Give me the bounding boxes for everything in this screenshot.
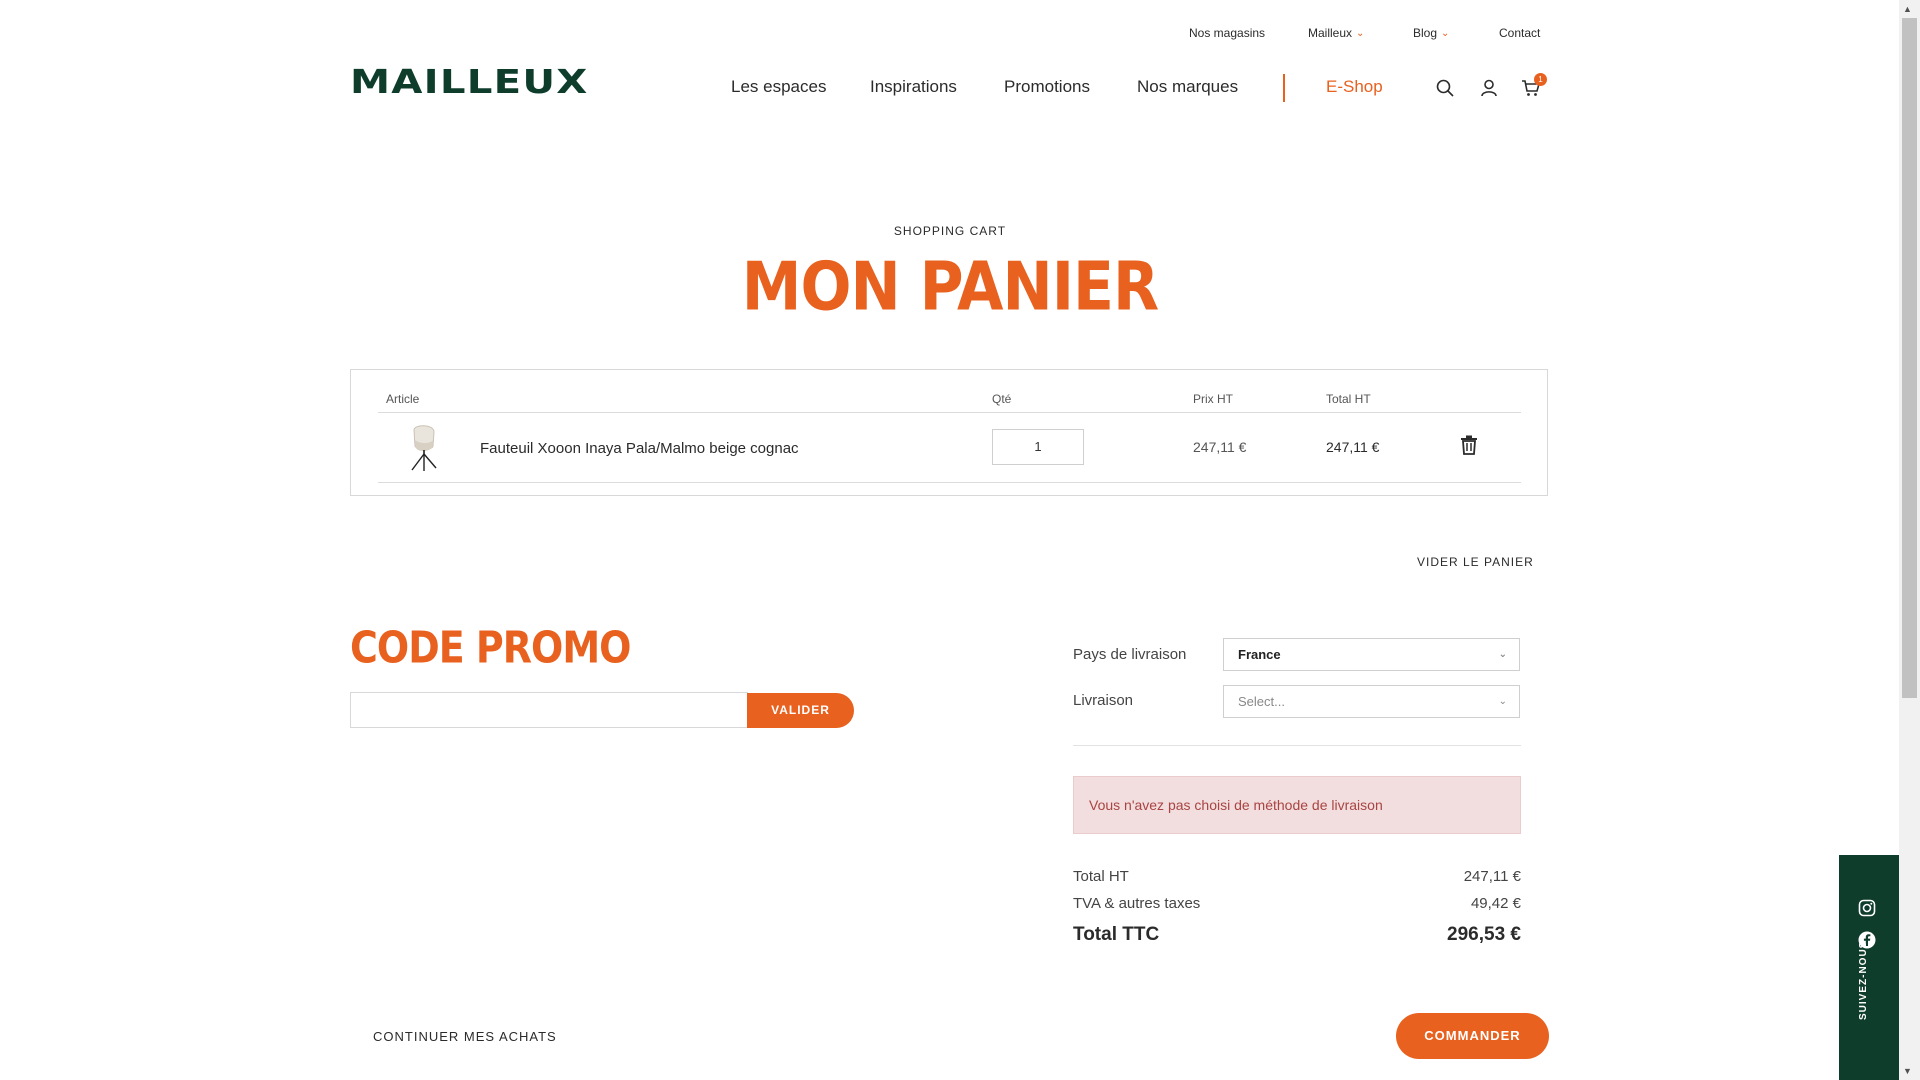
topbar-mailleux-label: Mailleux xyxy=(1308,26,1353,40)
chevron-down-icon: ⌄ xyxy=(1498,649,1507,660)
topbar-blog-menu[interactable]: Blog ⌄ xyxy=(1413,26,1449,40)
nav-divider xyxy=(1283,74,1285,102)
total-ht-label: Total HT xyxy=(1073,868,1129,885)
country-label: Pays de livraison xyxy=(1073,646,1187,663)
topbar-stores-label: Nos magasins xyxy=(1189,26,1266,40)
table-divider xyxy=(378,482,1521,483)
clear-cart-link[interactable]: VIDER LE PANIER xyxy=(1417,555,1534,569)
scroll-down-icon[interactable]: ▼ xyxy=(1903,1066,1912,1076)
delivery-alert: Vous n'avez pas choisi de méthode de liv… xyxy=(1073,776,1521,834)
nav-item-marques[interactable]: Nos marques xyxy=(1137,77,1238,97)
social-label: SUIVEZ-NOUS xyxy=(1858,940,1869,1020)
country-select-value: France xyxy=(1238,647,1281,662)
instagram-icon[interactable] xyxy=(1858,899,1876,922)
column-header-price: Prix HT xyxy=(1193,392,1233,406)
promo-title: CODE PROMO xyxy=(350,622,631,673)
table-divider xyxy=(378,412,1521,413)
total-ht-value: 247,11 € xyxy=(1463,868,1521,885)
unit-price: 247,11 € xyxy=(1193,439,1247,455)
scrollbar-thumb[interactable] xyxy=(1902,18,1917,698)
total-ttc-value: 296,53 € xyxy=(1447,924,1521,945)
delivery-label: Livraison xyxy=(1073,692,1134,709)
social-tab xyxy=(1839,855,1899,1080)
summary-divider xyxy=(1073,745,1521,746)
column-header-total: Total HT xyxy=(1326,392,1371,406)
topbar-blog-label: Blog xyxy=(1413,26,1438,40)
product-name-link[interactable]: Fauteuil Xooon Inaya Pala/Malmo beige co… xyxy=(480,440,799,457)
quantity-input[interactable]: 1 xyxy=(992,429,1084,465)
total-ttc-label: Total TTC xyxy=(1073,924,1160,945)
topbar-mailleux-menu[interactable]: Mailleux ⌄ xyxy=(1308,26,1364,40)
delivery-select[interactable]: Select... ⌄ xyxy=(1223,685,1520,718)
trash-icon[interactable] xyxy=(1460,435,1478,460)
line-total: 247,11 € xyxy=(1326,439,1380,455)
continue-shopping-link[interactable]: CONTINUER MES ACHATS xyxy=(373,1029,557,1044)
nav-item-promotions[interactable]: Promotions xyxy=(1004,77,1090,97)
cart-count-badge: 1 xyxy=(1534,73,1547,86)
logo[interactable]: MAILLEUX xyxy=(350,62,589,101)
country-select[interactable]: France ⌄ xyxy=(1223,638,1520,671)
product-thumbnail[interactable] xyxy=(400,420,448,472)
topbar-stores-link[interactable]: Nos magasins xyxy=(1189,26,1265,40)
delivery-select-placeholder: Select... xyxy=(1238,694,1285,709)
topbar-contact-link[interactable]: Contact xyxy=(1499,26,1540,40)
tax-value: 49,42 € xyxy=(1470,895,1521,912)
promo-code-input[interactable] xyxy=(350,692,748,728)
nav-item-inspirations[interactable]: Inspirations xyxy=(870,77,957,97)
order-button[interactable]: COMMANDER xyxy=(1396,1013,1549,1059)
chevron-down-icon: ⌄ xyxy=(1441,27,1450,39)
nav-item-eshop[interactable]: E-Shop xyxy=(1326,77,1383,97)
topbar-contact-label: Contact xyxy=(1499,26,1541,40)
scroll-up-icon[interactable]: ▲ xyxy=(1903,4,1912,14)
chevron-down-icon: ⌄ xyxy=(1498,696,1507,707)
column-header-qty: Qté xyxy=(992,392,1012,406)
promo-validate-button[interactable]: VALIDER xyxy=(747,693,854,728)
page-title: MON PANIER xyxy=(741,248,1159,327)
tax-label: TVA & autres taxes xyxy=(1073,895,1201,912)
search-icon[interactable] xyxy=(1435,78,1457,100)
user-icon[interactable] xyxy=(1479,78,1501,100)
nav-item-espaces[interactable]: Les espaces xyxy=(731,77,826,97)
page-eyebrow: SHOPPING CART xyxy=(893,224,1007,238)
cart-table xyxy=(350,369,1548,496)
chevron-down-icon: ⌄ xyxy=(1356,27,1365,39)
column-header-article: Article xyxy=(386,392,420,406)
